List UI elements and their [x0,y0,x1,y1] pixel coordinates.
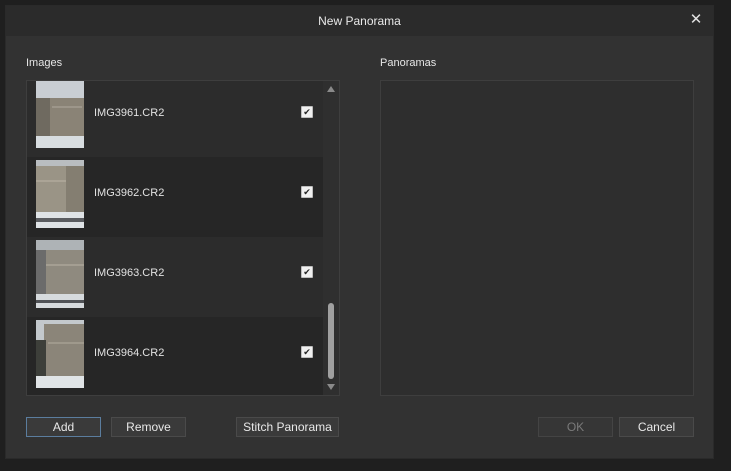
include-checkbox[interactable]: ✔ [301,106,313,118]
add-button[interactable]: Add [26,417,101,437]
cancel-button[interactable]: Cancel [619,417,694,437]
panoramas-list[interactable] [380,80,694,396]
images-label: Images [26,57,63,69]
panoramas-label: Panoramas [380,57,437,69]
dialog-title: New Panorama [318,14,401,28]
include-checkbox[interactable]: ✔ [301,266,313,278]
images-scrollbar[interactable] [323,81,339,395]
stitch-panorama-button[interactable]: Stitch Panorama [236,417,339,437]
include-checkbox[interactable]: ✔ [301,186,313,198]
image-filename: IMG3962.CR2 [94,187,165,199]
include-checkbox[interactable]: ✔ [301,346,313,358]
list-item[interactable]: IMG3961.CR2 ✔ [27,81,323,157]
image-filename: IMG3964.CR2 [94,347,165,359]
list-item[interactable]: IMG3964.CR2 ✔ [27,317,323,395]
scroll-down-arrow-icon[interactable] [327,384,335,390]
new-panorama-dialog: New Panorama ✕ Images Panoramas IMG3961.… [6,6,713,458]
list-item[interactable]: IMG3963.CR2 ✔ [27,237,323,317]
image-filename: IMG3961.CR2 [94,107,165,119]
list-item[interactable]: IMG3962.CR2 ✔ [27,157,323,237]
remove-button[interactable]: Remove [111,417,186,437]
scrollbar-thumb[interactable] [328,303,334,379]
close-icon[interactable]: ✕ [688,12,704,28]
image-thumbnail [36,160,84,228]
image-filename: IMG3963.CR2 [94,267,165,279]
image-thumbnail [36,81,84,148]
ok-button[interactable]: OK [538,417,613,437]
title-bar: New Panorama ✕ [6,6,713,36]
images-list[interactable]: IMG3961.CR2 ✔ IMG3962.CR2 ✔ IMG3963.CR2 … [26,80,340,396]
scroll-up-arrow-icon[interactable] [327,86,335,92]
image-thumbnail [36,240,84,308]
image-thumbnail [36,320,84,388]
